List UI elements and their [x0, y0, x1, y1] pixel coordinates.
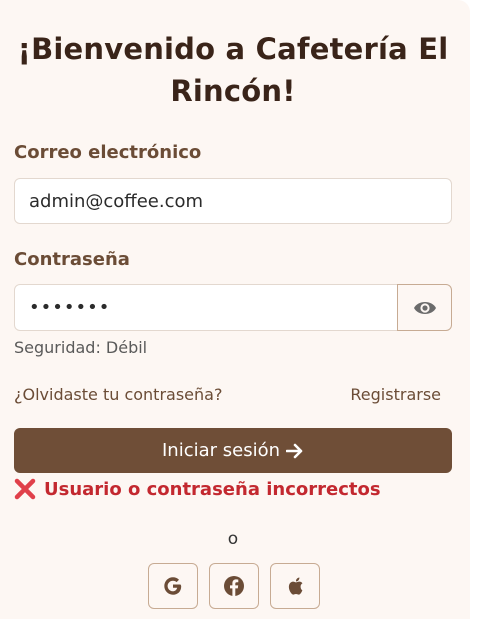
email-field[interactable] [14, 178, 452, 224]
login-card: ¡Bienvenido a Cafetería El Rincón! Corre… [0, 0, 481, 619]
eye-icon [413, 301, 436, 314]
google-icon [164, 577, 182, 595]
forgot-password-link[interactable]: ¿Olvidaste tu contraseña? [14, 385, 222, 404]
facebook-login-button[interactable] [209, 563, 259, 609]
toggle-password-visibility-button[interactable] [397, 284, 452, 331]
register-link[interactable]: Registrarse [350, 385, 441, 404]
apple-login-button[interactable] [270, 563, 320, 609]
x-mark-icon [14, 478, 36, 500]
login-button-label: Iniciar sesión [161, 440, 281, 461]
password-field[interactable] [14, 284, 398, 331]
or-separator: o [227, 529, 239, 549]
apple-icon [288, 577, 303, 595]
password-strength: Seguridad: Débil [14, 338, 148, 357]
email-label: Correo electrónico [14, 142, 202, 163]
arrow-right-icon [286, 443, 303, 458]
login-button[interactable]: Iniciar sesión [14, 428, 452, 473]
page-title: ¡Bienvenido a Cafetería El Rincón! [17, 32, 449, 108]
error-message: Usuario o contraseña incorrectos [14, 478, 381, 500]
facebook-icon [224, 576, 244, 596]
password-label: Contraseña [14, 249, 130, 270]
google-login-button[interactable] [148, 563, 198, 609]
error-text: Usuario o contraseña incorrectos [44, 478, 381, 500]
